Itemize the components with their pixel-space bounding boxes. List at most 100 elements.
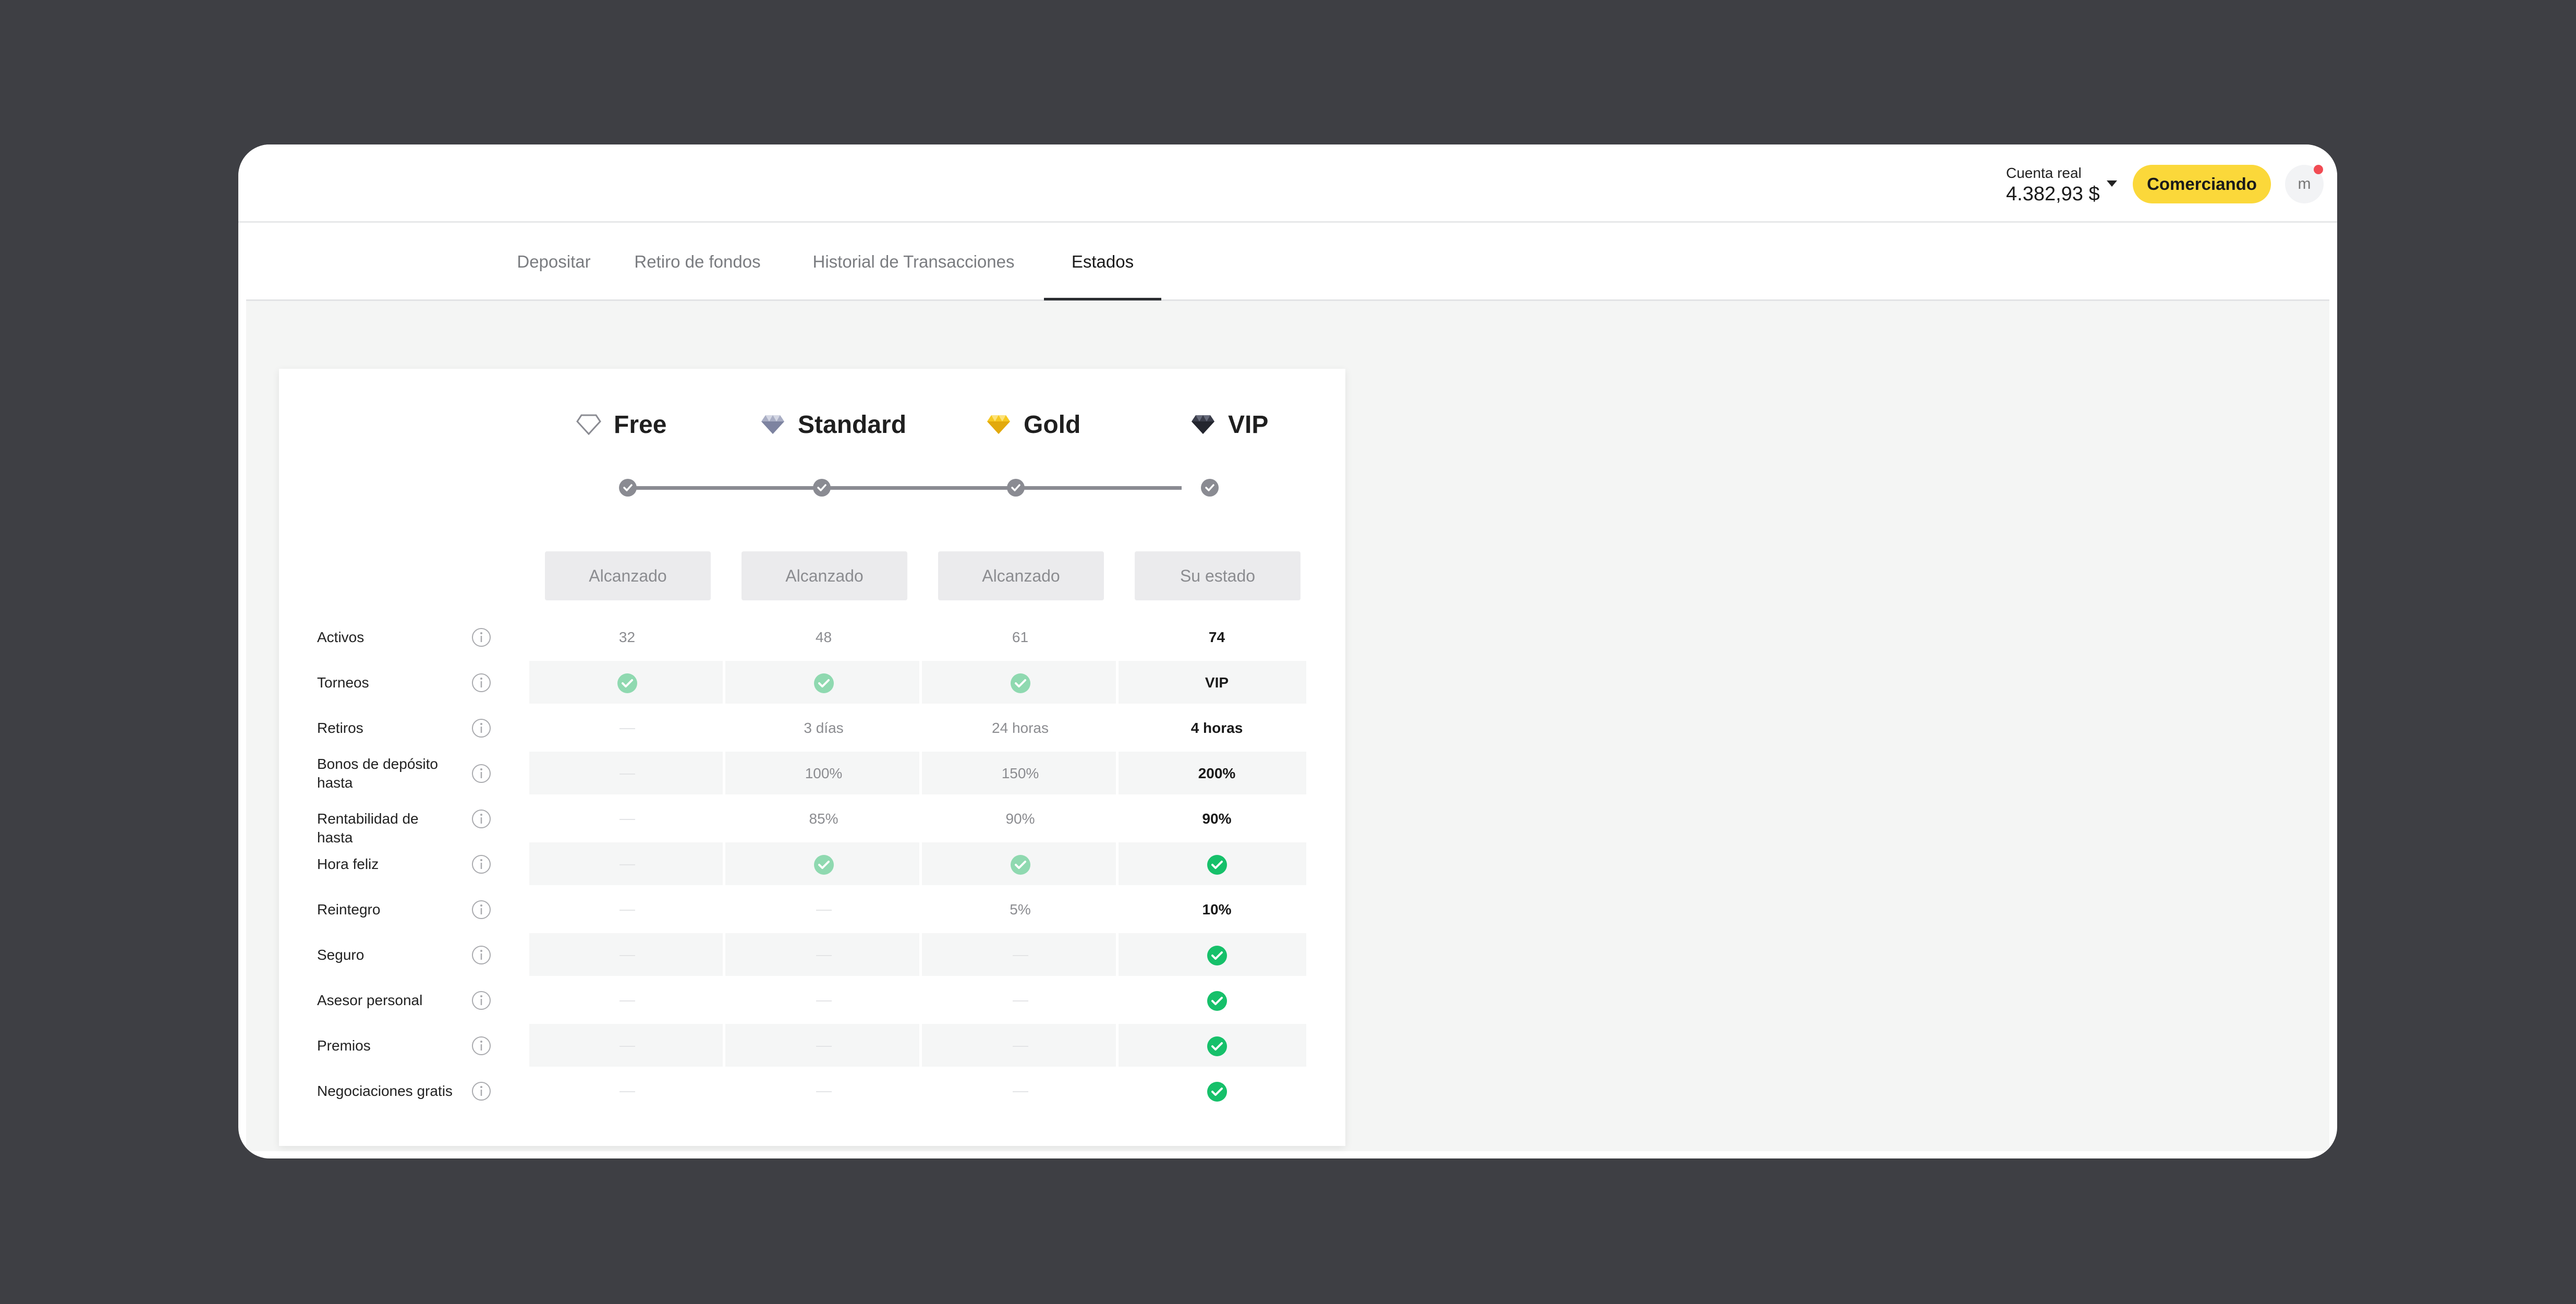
main-content: Free Standard Gold VIP Alcanzado Alcanza… [246,301,2329,1151]
info-icon[interactable] [471,808,492,829]
status-button-vip[interactable]: Su estado [1135,551,1301,600]
dash-icon [619,774,635,775]
table-cell-empty [529,990,725,1011]
check-circle-icon [1010,673,1030,694]
feature-label: Retiros [317,719,363,736]
table-cell-empty [922,1081,1118,1102]
feature-label: Negociaciones gratis [317,1082,453,1099]
tier-gold-header: Gold [986,406,1080,443]
feature-label: Reintegro [317,901,381,917]
table-cell-empty [529,763,725,784]
trade-button[interactable]: Comerciando [2133,165,2271,203]
tier-vip-header: VIP [1190,406,1268,443]
tab-depositar[interactable]: Depositar [502,223,606,301]
table-cell-empty [922,1035,1118,1056]
table-cell-check [1119,990,1315,1011]
tab-retiro-de-fondos[interactable]: Retiro de fondos [628,223,767,301]
tier-name: Gold [1024,410,1081,439]
table-cell: 4 horas [1190,719,1243,736]
table-cell-empty [529,808,725,829]
check-circle-icon [1207,1082,1227,1102]
check-circle-icon [617,673,637,694]
status-button-free[interactable]: Alcanzado [545,551,711,600]
dash-icon [816,910,832,911]
tab-historial[interactable]: Historial de Transacciones [809,223,1018,301]
table-cell-check [922,672,1118,694]
feature-label: Seguro [317,946,364,963]
dash-icon [816,955,832,957]
table-cell: 24 horas [992,719,1049,736]
check-circle-icon [1010,855,1030,875]
active-tab-indicator [1044,298,1161,300]
status-button-standard[interactable]: Alcanzado [742,551,907,600]
info-icon[interactable] [471,945,492,965]
info-icon[interactable] [471,763,492,784]
table-cell: 32 [618,629,636,645]
table-cell-empty [529,945,725,965]
dash-icon [619,819,635,820]
app-window: Cuenta real 4.382,93 $ Comerciando m Dep… [238,144,2337,1158]
dash-icon [619,1000,635,1002]
tier-free-header: Free [576,406,666,443]
check-circle-icon [813,855,834,875]
info-icon[interactable] [471,854,492,875]
table-cell: 200% [1198,765,1236,781]
table-cell-check [1119,1035,1315,1057]
feature-label: Torneos [317,674,369,691]
progress-step-gold [1007,479,1025,497]
info-icon[interactable] [471,627,492,648]
table-cell-check [922,854,1118,875]
dash-icon [619,1091,635,1093]
tab-estados[interactable]: Estados [1044,223,1161,301]
check-circle-icon [1207,946,1227,966]
info-icon[interactable] [471,899,492,920]
table-cell: 90% [1202,810,1232,827]
dash-icon [619,1046,635,1047]
chevron-down-icon[interactable] [2107,180,2117,187]
table-cell-empty [922,990,1118,1011]
dash-icon [619,864,635,866]
info-icon[interactable] [471,1035,492,1056]
dash-icon [1012,955,1028,957]
table-cell: 10% [1202,901,1232,917]
diamond-dark-icon [1192,415,1214,434]
table-cell-empty [529,1081,725,1102]
table-cell-empty [726,1035,921,1056]
info-icon[interactable] [471,1081,492,1102]
info-icon[interactable] [471,990,492,1011]
feature-label: Asesor personal [317,992,423,1008]
feature-label: Bonos de depósito hasta [317,755,438,791]
dash-icon [816,1000,832,1002]
feature-label: Activos [317,629,364,645]
info-icon[interactable] [471,672,492,693]
top-header: Cuenta real 4.382,93 $ Comerciando m [238,144,2337,223]
diamond-silver-icon [761,415,784,434]
feature-label: Hora feliz [317,855,379,872]
check-icon [1205,484,1214,491]
table-cell-empty [726,990,921,1011]
tier-name: Standard [798,410,907,439]
info-icon[interactable] [471,718,492,739]
table-cell: 85% [809,810,839,827]
dash-icon [1012,1046,1028,1047]
table-cell-empty [529,1035,725,1056]
check-circle-icon [1207,1036,1227,1057]
dash-icon [619,728,635,730]
status-button-gold[interactable]: Alcanzado [938,551,1104,600]
table-cell-check [529,672,725,694]
tier-standard-header: Standard [760,406,906,443]
table-cell: 5% [1010,901,1031,917]
table-cell-check [1119,854,1315,875]
table-cell-empty [529,718,725,739]
table-cell-empty [922,945,1118,965]
table-cell-empty [529,854,725,875]
table-cell: VIP [1205,674,1229,691]
feature-label: Premios [317,1037,371,1054]
dash-icon [1012,1000,1028,1002]
check-circle-icon [813,673,834,694]
check-icon [1011,484,1020,491]
progress-step-vip [1201,479,1219,497]
account-selector[interactable]: Cuenta real 4.382,93 $ [2006,164,2100,206]
table-cell: 3 días [804,719,844,736]
tier-name: Free [614,410,667,439]
